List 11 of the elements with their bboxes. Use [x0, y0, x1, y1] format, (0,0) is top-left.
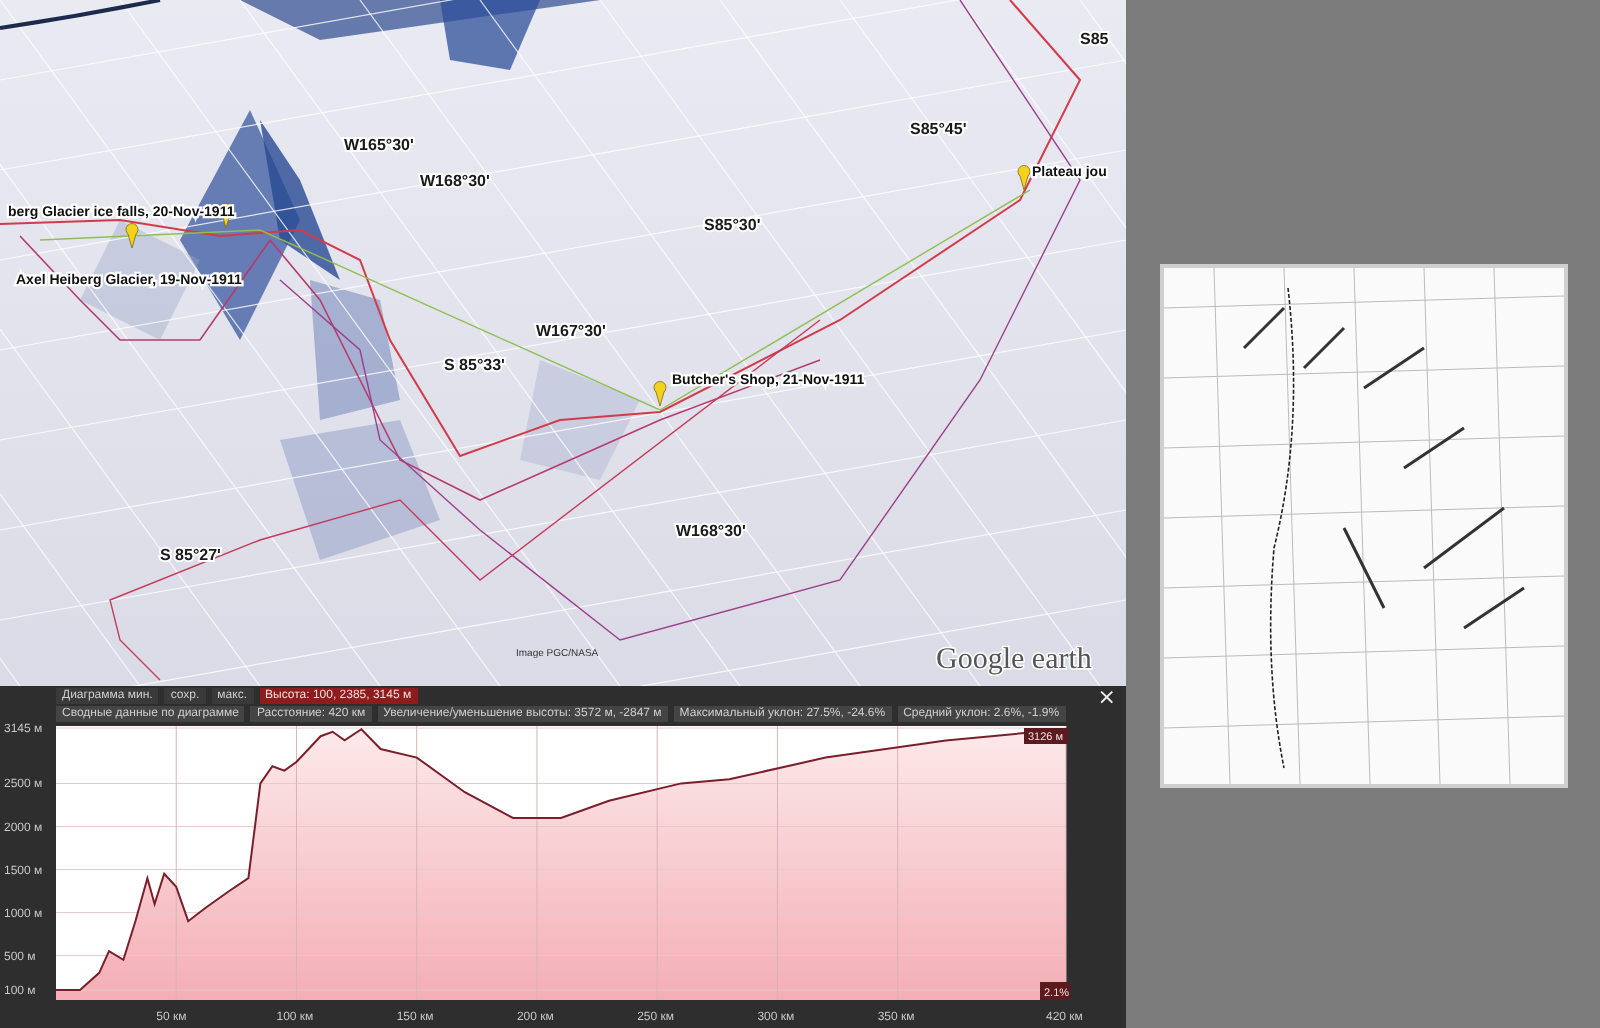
- grid-coordinate-label: S 85°27': [160, 546, 221, 564]
- map-logo: Google earth: [936, 644, 1092, 676]
- grid-coordinate-label: W168°30': [420, 172, 490, 190]
- grid-coordinate-label: S85°45': [910, 120, 967, 138]
- grid-coordinate-label: S85: [1080, 30, 1109, 48]
- grid-coordinate-label: W168°30': [676, 522, 746, 540]
- grid-coordinate-label: S85°30': [704, 216, 761, 234]
- grid-coordinate-label: S 85°33': [444, 356, 505, 374]
- grid-coordinate-label: W167°30': [536, 322, 606, 340]
- close-button[interactable]: ×: [1093, 686, 1120, 708]
- grid-coordinate-label: W165°30': [344, 136, 414, 154]
